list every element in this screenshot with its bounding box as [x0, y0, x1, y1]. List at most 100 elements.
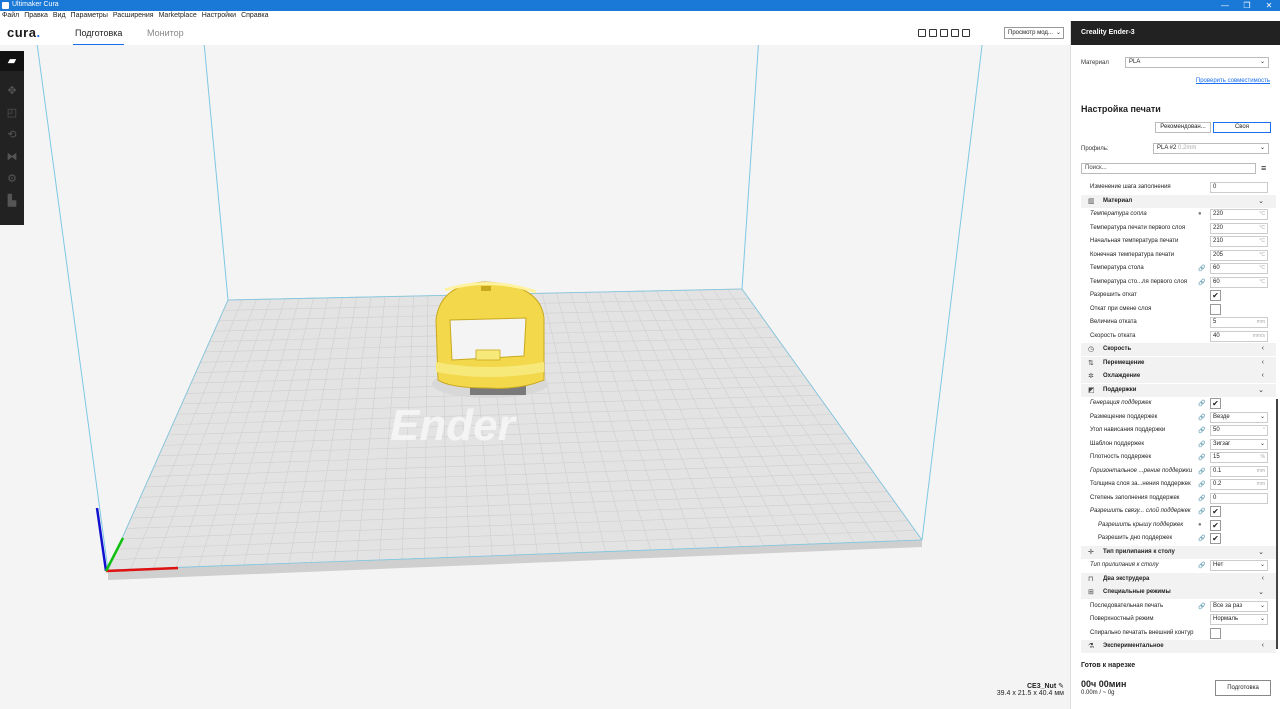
setting-value-input[interactable]: 15%: [1210, 452, 1268, 463]
setting-value-input[interactable]: 0: [1210, 492, 1268, 504]
setting-row: Спирально печатать внешний контур: [1081, 627, 1276, 640]
setting-select[interactable]: Везде ⌄: [1210, 411, 1268, 423]
setting-value-input[interactable]: 220 °C: [1210, 209, 1268, 220]
category-fan[interactable]: ✲ Охлаждение ‹: [1081, 370, 1276, 383]
menu-view[interactable]: Вид: [53, 11, 66, 21]
chevron-down-icon[interactable]: ⌄: [1258, 197, 1264, 205]
settings-menu-icon[interactable]: ≡: [1261, 163, 1266, 173]
support-icon: ◩: [1088, 386, 1095, 394]
setting-label: Горизонтальное ...рение поддержки: [1090, 467, 1193, 474]
setting-select[interactable]: Нормаль ⌄: [1210, 614, 1268, 625]
check-compatibility-link[interactable]: Проверить совместимость: [1196, 78, 1270, 84]
setting-row: Начальная температура печати 210 °C: [1081, 235, 1276, 248]
open-file-icon[interactable]: ▰: [0, 51, 24, 71]
slice-button[interactable]: Подготовка: [1215, 680, 1271, 696]
setting-label: Изменение шага заполнения: [1090, 184, 1171, 190]
menu-file[interactable]: Файл: [2, 11, 19, 21]
view-mode-select[interactable]: Просмотр мод... ⌄: [1004, 27, 1064, 39]
setting-checkbox[interactable]: ✔: [1210, 290, 1221, 301]
view-right-icon[interactable]: [962, 29, 970, 37]
category-flask[interactable]: ⚗ Экспериментальное ‹: [1081, 640, 1276, 653]
setting-value-input[interactable]: 40 mm/s: [1210, 330, 1268, 342]
setting-value-input[interactable]: 5 mm: [1210, 317, 1268, 328]
settings-scrollbar[interactable]: [1276, 399, 1278, 649]
setting-value-input[interactable]: 210 °C: [1210, 236, 1268, 247]
maximize-button[interactable]: ❐: [1236, 0, 1258, 11]
chevron-left-icon[interactable]: ‹: [1262, 345, 1264, 352]
menu-marketplace[interactable]: Marketplace: [159, 11, 197, 21]
setting-select[interactable]: Все за раз ⌄: [1210, 600, 1268, 612]
setting-select[interactable]: Зигзаг ⌄: [1210, 438, 1268, 450]
menu-edit[interactable]: Правка: [24, 11, 48, 21]
adhesion-icon: ✛: [1088, 548, 1094, 556]
category-travel[interactable]: ⇅ Перемещение ‹: [1081, 356, 1276, 370]
setting-value-input[interactable]: 205 °C: [1210, 249, 1268, 261]
view-front-icon[interactable]: [929, 29, 937, 37]
material-estimate: 0.00m / ~ 0g: [1081, 690, 1115, 696]
setting-checkbox[interactable]: [1210, 303, 1221, 315]
setting-checkbox[interactable]: [1210, 627, 1221, 639]
category-adhesion[interactable]: ✛ Тип прилипания к столу ⌄: [1081, 545, 1276, 559]
setting-checkbox[interactable]: ✔: [1210, 506, 1221, 517]
volume-edge: [921, 45, 983, 541]
setting-row: Скорость отката 40 mm/s: [1081, 330, 1276, 343]
scale-tool-icon[interactable]: ◰: [0, 103, 24, 123]
setting-value-input[interactable]: 60 °C: [1210, 276, 1268, 288]
edit-pencil-icon[interactable]: ✎: [1058, 683, 1064, 690]
setting-label: Тип прилипания к столу: [1090, 562, 1159, 568]
minimize-button[interactable]: —: [1214, 0, 1236, 11]
category-dual-extruder[interactable]: ⊓ Два экструдера ‹: [1081, 572, 1276, 586]
view-left-icon[interactable]: [951, 29, 959, 37]
rotate-tool-icon[interactable]: ⟲: [0, 125, 24, 145]
setting-checkbox[interactable]: ✔: [1210, 533, 1221, 544]
setting-value-input[interactable]: 220 °C: [1210, 222, 1268, 234]
custom-mode-button[interactable]: Своя: [1213, 122, 1271, 133]
material-select[interactable]: PLA ⌄: [1125, 57, 1269, 68]
setting-value-input[interactable]: 60 °C: [1210, 263, 1268, 274]
close-button[interactable]: ✕: [1258, 0, 1280, 11]
settings-search-input[interactable]: Поиск...: [1081, 163, 1256, 174]
compat-row: Проверить совместимость: [1081, 77, 1270, 84]
z-axis: [95, 507, 108, 572]
menu-help[interactable]: Справка: [241, 11, 268, 21]
chevron-down-icon[interactable]: ⌄: [1258, 548, 1264, 556]
chevron-left-icon[interactable]: ‹: [1262, 372, 1264, 379]
menu-bar: Файл Правка Вид Параметры Расширения Mar…: [0, 11, 1280, 21]
category-special[interactable]: ⊞ Специальные режимы ⌄: [1081, 586, 1276, 599]
move-tool-icon[interactable]: ✥: [0, 81, 24, 101]
mirror-tool-icon[interactable]: ⧓: [0, 147, 24, 167]
setting-value-input[interactable]: 0.1 mm: [1210, 465, 1268, 477]
category-support[interactable]: ◩ Поддержки ⌄: [1081, 383, 1276, 397]
setting-value-input[interactable]: 0: [1210, 182, 1268, 193]
per-model-settings-icon[interactable]: ⚙: [0, 169, 24, 189]
chevron-left-icon[interactable]: ‹: [1262, 359, 1264, 366]
tab-monitor[interactable]: Монитор: [147, 28, 184, 38]
setting-checkbox[interactable]: ✔: [1210, 519, 1221, 531]
chevron-left-icon[interactable]: ‹: [1262, 575, 1264, 582]
support-blocker-icon[interactable]: ▙: [0, 191, 24, 211]
tab-prepare[interactable]: Подготовка: [72, 28, 125, 46]
chevron-left-icon[interactable]: ‹: [1262, 642, 1264, 649]
recommended-mode-button[interactable]: Рекомендован...: [1155, 122, 1211, 133]
profile-select[interactable]: PLA #2 0.2mm ⌄: [1153, 143, 1269, 154]
setting-checkbox[interactable]: ✔: [1210, 398, 1221, 409]
3d-model-ce3-nut[interactable]: [432, 281, 548, 398]
menu-preferences[interactable]: Настройки: [202, 11, 236, 21]
chevron-down-icon[interactable]: ⌄: [1258, 588, 1264, 596]
printer-selector[interactable]: Creality Ender-3: [1071, 21, 1280, 45]
setting-value-input[interactable]: 0.2 mm: [1210, 479, 1268, 490]
material-row: Материал PLA ⌄: [1081, 57, 1270, 68]
category-material[interactable]: ▥ Материал ⌄: [1081, 194, 1276, 208]
menu-extensions[interactable]: Расширения: [113, 11, 154, 21]
setting-select[interactable]: Нет ⌄: [1210, 560, 1268, 571]
chevron-down-icon[interactable]: ⌄: [1258, 386, 1264, 394]
setting-row: Конечная температура печати 205 °C: [1081, 249, 1276, 262]
setting-value-input[interactable]: 50 °: [1210, 425, 1268, 436]
category-speed[interactable]: ◷ Скорость ‹: [1081, 343, 1276, 356]
category-label: Перемещение: [1103, 359, 1145, 366]
view-top-icon[interactable]: [940, 29, 948, 37]
menu-settings[interactable]: Параметры: [71, 11, 108, 21]
title-bar: Ultimaker Cura — ❐ ✕: [0, 0, 1280, 11]
view-3d-icon[interactable]: [918, 29, 926, 37]
3d-viewport[interactable]: Ender CE3_Nut ✎ 39.4 x 21.5 x 40.4 мм: [24, 45, 1070, 709]
